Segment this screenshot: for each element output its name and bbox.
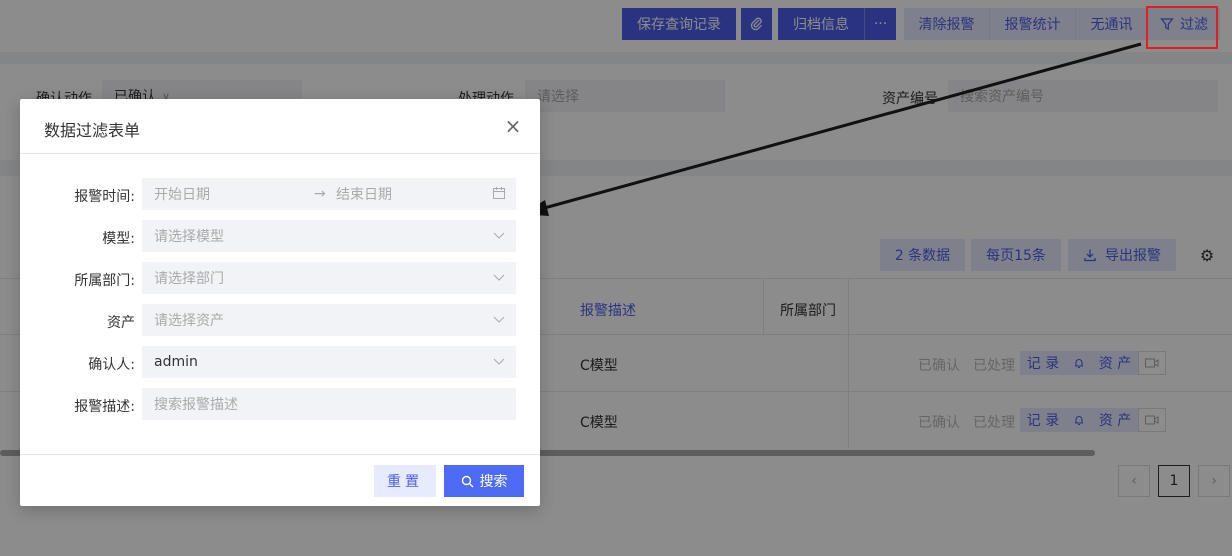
dept-label: 所属部门:: [74, 273, 135, 289]
model-select[interactable]: 请选择模型: [142, 220, 516, 252]
calendar-icon: [493, 187, 505, 199]
filter-modal: 数据过滤表单 × 报警时间: 开始日期 → 结束日期 模型: 请选择模型 所属部…: [20, 99, 540, 506]
modal-title: 数据过滤表单: [44, 121, 141, 140]
asset-select[interactable]: 请选择资产: [142, 304, 516, 336]
annotation-arrow: [523, 42, 1142, 216]
start-date-input[interactable]: 开始日期: [154, 184, 314, 204]
chevron-down-icon: [493, 358, 505, 365]
search-button[interactable]: 搜索: [444, 465, 524, 497]
desc-input[interactable]: 搜索报警描述: [142, 388, 516, 420]
arrow-right-icon: →: [314, 186, 326, 202]
close-icon[interactable]: ×: [503, 114, 523, 138]
chevron-down-icon: [493, 232, 505, 239]
chevron-down-icon: [493, 274, 505, 281]
asset-label: 资产: [107, 315, 135, 331]
end-date-input[interactable]: 结束日期: [336, 184, 392, 204]
highlight-box: [1146, 6, 1218, 49]
search-label: 搜索: [479, 474, 508, 490]
model-placeholder: 请选择模型: [154, 229, 224, 245]
desc-placeholder: 搜索报警描述: [154, 397, 238, 413]
confirmer-select[interactable]: admin: [142, 346, 516, 378]
reset-button[interactable]: 重置: [374, 465, 436, 497]
chevron-down-icon: [493, 316, 505, 323]
confirmer-label: 确认人:: [88, 357, 135, 373]
modal-header-divider: [20, 153, 540, 154]
dept-select[interactable]: 请选择部门: [142, 262, 516, 294]
alarm-time-label: 报警时间:: [74, 189, 135, 205]
dept-placeholder: 请选择部门: [154, 271, 224, 287]
search-icon: [461, 475, 473, 487]
alarm-time-range[interactable]: 开始日期 → 结束日期: [142, 178, 516, 210]
reset-label: 重置: [387, 474, 423, 490]
asset-placeholder: 请选择资产: [154, 313, 224, 329]
modal-footer-divider: [20, 454, 540, 455]
desc-label: 报警描述:: [74, 399, 135, 415]
confirmer-value: admin: [154, 354, 198, 370]
model-label: 模型:: [102, 231, 135, 247]
